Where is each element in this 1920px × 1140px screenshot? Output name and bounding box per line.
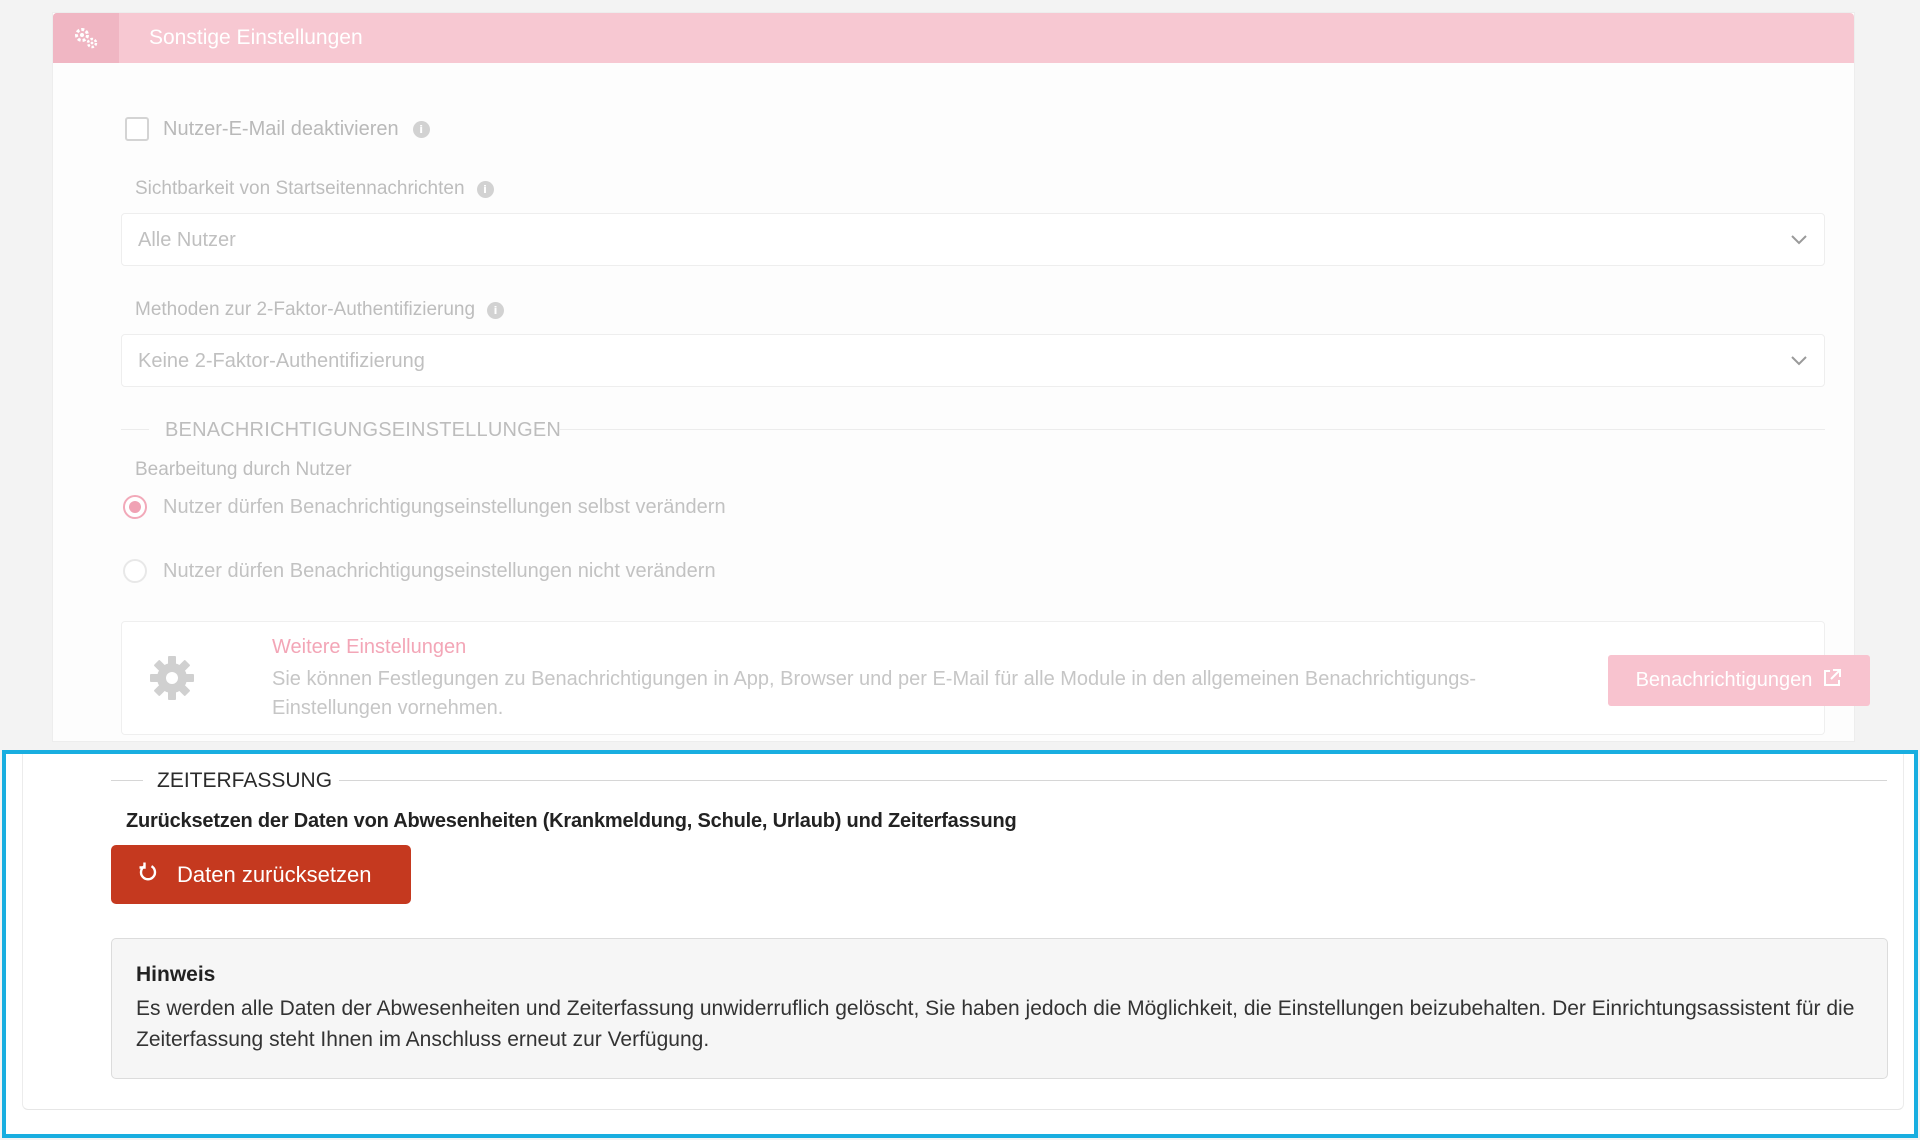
info-icon[interactable]: i bbox=[487, 301, 505, 319]
notification-option-deny[interactable]: Nutzer dürfen Benachrichtigungseinstellu… bbox=[123, 559, 716, 583]
external-link-icon bbox=[1822, 668, 1842, 694]
homepage-news-visibility-value: Alle Nutzer bbox=[138, 229, 236, 251]
time-tracking-divider-left bbox=[111, 780, 143, 781]
notification-option-allow[interactable]: Nutzer dürfen Benachrichtigungseinstellu… bbox=[123, 495, 726, 519]
reset-data-button-label: Daten zurücksetzen bbox=[177, 861, 372, 887]
homepage-news-visibility-select[interactable]: Alle Nutzer bbox=[121, 213, 1825, 266]
notification-section-title: BENACHRICHTIGUNGSEINSTELLUNGEN bbox=[165, 419, 562, 441]
disable-user-email-row[interactable]: Nutzer-E-Mail deaktivieren i bbox=[125, 117, 430, 141]
time-tracking-highlight: ZEITERFASSUNG Zurücksetzen der Daten von… bbox=[2, 750, 1918, 1138]
more-settings-box: Weitere Einstellungen Sie können Festleg… bbox=[121, 621, 1870, 735]
time-tracking-divider-right bbox=[339, 780, 1887, 781]
info-icon[interactable]: i bbox=[476, 180, 494, 198]
other-settings-card: Sonstige Einstellungen Nutzer-E-Mail dea… bbox=[52, 12, 1870, 742]
two-factor-select[interactable]: Keine 2-Faktor-Authentifizierung bbox=[121, 334, 1825, 387]
notifications-button-label: Benachrichtigungen bbox=[1635, 669, 1813, 691]
more-settings-description: Sie können Festlegungen zu Benachrichtig… bbox=[272, 668, 1477, 719]
hint-text: Es werden alle Daten der Abwesenheiten u… bbox=[136, 997, 1855, 1051]
two-factor-value: Keine 2-Faktor-Authentifizierung bbox=[138, 350, 425, 372]
notification-divider-left bbox=[121, 429, 149, 430]
notification-option-deny-label: Nutzer dürfen Benachrichtigungseinstellu… bbox=[163, 559, 716, 582]
gears-icon bbox=[53, 13, 119, 63]
time-tracking-card: ZEITERFASSUNG Zurücksetzen der Daten von… bbox=[22, 754, 1904, 1110]
reset-data-button[interactable]: Daten zurücksetzen bbox=[111, 845, 411, 904]
other-settings-title: Sonstige Einstellungen bbox=[149, 26, 363, 49]
notification-option-allow-label: Nutzer dürfen Benachrichtigungseinstellu… bbox=[163, 495, 726, 518]
radio-allow[interactable] bbox=[123, 495, 147, 519]
time-tracking-section-title: ZEITERFASSUNG bbox=[157, 769, 333, 792]
other-settings-header: Sonstige Einstellungen bbox=[53, 13, 1854, 63]
chevron-down-icon bbox=[1788, 228, 1810, 255]
info-icon[interactable]: i bbox=[412, 120, 430, 138]
notification-editing-label: Bearbeitung durch Nutzer bbox=[135, 459, 352, 480]
gear-icon bbox=[148, 654, 196, 707]
refresh-icon bbox=[137, 861, 159, 889]
hint-title: Hinweis bbox=[136, 963, 216, 986]
notification-divider-right bbox=[559, 429, 1825, 430]
disable-user-email-checkbox[interactable] bbox=[125, 117, 149, 141]
radio-deny[interactable] bbox=[123, 559, 147, 583]
homepage-news-visibility-label: Sichtbarkeit von Startseitennachrichten … bbox=[135, 178, 494, 200]
chevron-down-icon bbox=[1788, 349, 1810, 376]
more-settings-title[interactable]: Weitere Einstellungen bbox=[272, 636, 466, 659]
disable-user-email-label: Nutzer-E-Mail deaktivieren bbox=[163, 117, 399, 140]
hint-box: Hinweis Es werden alle Daten der Abwesen… bbox=[111, 938, 1888, 1079]
homepage-news-visibility-label-text: Sichtbarkeit von Startseitennachrichten bbox=[135, 178, 465, 199]
two-factor-label: Methoden zur 2-Faktor-Authentifizierung … bbox=[135, 299, 505, 321]
two-factor-label-text: Methoden zur 2-Faktor-Authentifizierung bbox=[135, 299, 476, 320]
reset-description: Zurücksetzen der Daten von Abwesenheiten… bbox=[126, 810, 1017, 832]
notifications-button[interactable]: Benachrichtigungen bbox=[1608, 655, 1870, 706]
